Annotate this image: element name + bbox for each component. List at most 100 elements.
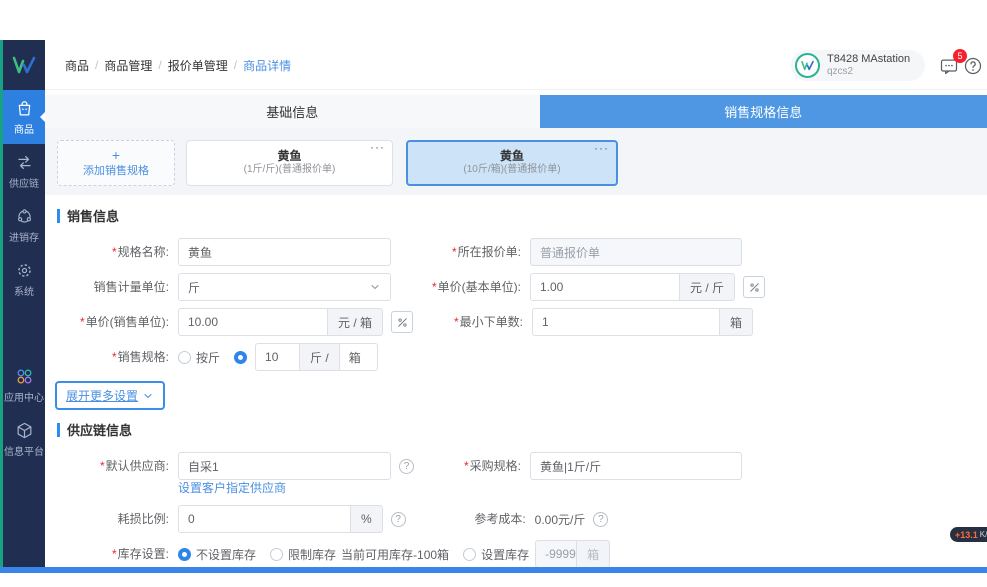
sidebar: 商品 供应链 进销存	[0, 40, 45, 567]
breadcrumb-separator: /	[234, 58, 237, 72]
sale-spec-qty-input[interactable]: 10	[255, 343, 300, 371]
radio-icon-selected	[178, 548, 191, 561]
sidebar-item-products[interactable]: 商品	[3, 90, 45, 144]
sidebar-item-app-center[interactable]: 应用中心	[3, 358, 45, 412]
radio-by-box[interactable]	[234, 351, 247, 364]
radio-label: 按斤	[196, 349, 220, 366]
purchase-spec-input[interactable]: 黄鱼|1斤/斤	[530, 452, 742, 480]
radio-set-stock[interactable]: 设置库存	[463, 546, 529, 563]
sidebar-item-label: 商品	[14, 121, 34, 136]
spec-card[interactable]: ··· 黄鱼 (1斤/斤)(普通报价单)	[186, 140, 393, 186]
radio-icon	[178, 351, 191, 364]
sidebar-item-supply-chain[interactable]: 供应链	[3, 144, 45, 198]
base-price-input[interactable]: 1.00	[530, 273, 680, 301]
breadcrumb-separator: /	[158, 58, 161, 72]
form-subrow: 设置客户指定供应商	[178, 479, 987, 497]
breadcrumb-item[interactable]: 商品	[65, 57, 89, 74]
breadcrumb-item[interactable]: 商品管理	[104, 57, 152, 74]
stock-setting-label: *库存设置:	[45, 540, 178, 568]
required-mark: *	[432, 280, 437, 294]
supplier-input[interactable]: 自采1	[178, 452, 391, 480]
min-order-label: *最小下单数:	[413, 308, 532, 336]
tab-label: 销售规格信息	[724, 102, 802, 121]
spec-name-input[interactable]: 黄鱼	[178, 238, 391, 266]
stock-qty-input: -9999	[535, 540, 577, 568]
sidebar-item-label: 信息平台	[4, 443, 44, 458]
sidebar-item-label: 系统	[14, 283, 34, 298]
card-menu-icon[interactable]: ···	[370, 140, 385, 155]
help-circle-icon[interactable]: ?	[391, 512, 406, 527]
sale-unit-select[interactable]: 斤	[178, 273, 391, 301]
sidebar-item-label: 应用中心	[4, 389, 44, 404]
required-mark: *	[464, 459, 469, 473]
user-info: T8428 MAstation qzcs2	[827, 53, 910, 77]
messages-button[interactable]: 5	[939, 56, 959, 76]
breadcrumb-item[interactable]: 报价单管理	[168, 57, 228, 74]
price-calc-button[interactable]	[743, 276, 765, 298]
avatar	[795, 53, 820, 78]
help-circle-icon[interactable]: ?	[593, 512, 608, 527]
section-bar	[57, 423, 60, 437]
chevron-down-icon	[369, 281, 381, 293]
sale-spec-unit-input[interactable]: 箱	[340, 343, 378, 371]
sale-price-unit-addon: 元 / 箱	[328, 308, 383, 336]
spec-card-title: 黄鱼	[277, 149, 301, 164]
radio-icon	[463, 548, 476, 561]
expand-more-settings-link[interactable]: 展开更多设置	[55, 381, 165, 410]
sidebar-item-inventory[interactable]: 进销存	[3, 198, 45, 252]
breadcrumb: 商品 / 商品管理 / 报价单管理 / 商品详情	[65, 40, 291, 90]
tab-sales-spec-info[interactable]: 销售规格信息	[540, 95, 987, 128]
form-row: *销售规格: 按斤 10 斤 / 箱	[45, 343, 987, 371]
add-spec-label: 添加销售规格	[83, 165, 149, 179]
section-bar	[57, 209, 60, 223]
form-row: 耗损比例: 0 % ? 参考成本: 0.00元/斤 ?	[45, 505, 987, 533]
required-mark: *	[80, 315, 85, 329]
required-mark: *	[112, 245, 117, 259]
sidebar-item-info-platform[interactable]: 信息平台	[3, 412, 45, 466]
user-account-button[interactable]: T8428 MAstation qzcs2	[791, 50, 925, 81]
radio-limit-stock[interactable]: 限制库存	[270, 546, 336, 563]
spec-card-row: + 添加销售规格 ··· 黄鱼 (1斤/斤)(普通报价单) ··· 黄鱼 (10…	[57, 140, 618, 186]
sale-spec-mid-addon: 斤 /	[300, 343, 340, 371]
loss-ratio-unit-addon: %	[351, 505, 383, 533]
sale-price-input[interactable]: 10.00	[178, 308, 328, 336]
radio-label: 限制库存	[288, 546, 336, 563]
sale-spec-label: *销售规格:	[45, 343, 178, 371]
section-title-text: 销售信息	[67, 206, 119, 225]
radio-no-stock[interactable]: 不设置库存	[178, 546, 256, 563]
min-order-input[interactable]: 1	[532, 308, 720, 336]
app-logo	[3, 40, 45, 90]
spec-card-title: 黄鱼	[500, 149, 524, 164]
help-circle-icon[interactable]: ?	[399, 459, 414, 474]
set-customer-supplier-link[interactable]: 设置客户指定供应商	[178, 481, 286, 495]
sidebar-item-label: 进销存	[9, 229, 39, 244]
quote-input: 普通报价单	[530, 238, 742, 266]
spec-card-selected[interactable]: ··· 黄鱼 (10斤/箱)(普通报价单)	[406, 140, 618, 186]
spec-card-subtitle: (1斤/斤)(普通报价单)	[244, 164, 336, 177]
more-settings-label: 展开更多设置	[66, 387, 138, 404]
form-row: *单价(销售单位): 10.00 元 / 箱 *最小下单数:	[45, 308, 987, 336]
chevron-down-icon	[142, 390, 154, 402]
content-area: + 添加销售规格 ··· 黄鱼 (1斤/斤)(普通报价单) ··· 黄鱼 (10…	[45, 128, 987, 567]
tab-basic-info[interactable]: 基础信息	[45, 95, 540, 128]
question-circle-icon	[963, 56, 983, 76]
price-calc-button[interactable]	[391, 311, 413, 333]
user-name: T8428 MAstation	[827, 53, 910, 66]
add-spec-card[interactable]: + 添加销售规格	[57, 140, 175, 186]
detail-tabs: 基础信息 销售规格信息	[45, 95, 987, 128]
sale-price-label: *单价(销售单位):	[45, 308, 178, 336]
network-speed-value: +13.1	[955, 530, 978, 540]
form-row: *默认供应商: 自采1 ? *采购规格: 黄鱼|1斤/斤	[45, 452, 987, 480]
top-header: 商品 / 商品管理 / 报价单管理 / 商品详情 T8428 MAstation…	[45, 40, 987, 90]
form-row: *规格名称: 黄鱼 *所在报价单: 普通报价单	[45, 238, 987, 266]
required-mark: *	[452, 245, 457, 259]
help-button[interactable]	[963, 56, 983, 76]
sidebar-item-system[interactable]: 系统	[3, 252, 45, 306]
card-menu-icon[interactable]: ···	[594, 141, 609, 156]
user-subname: qzcs2	[827, 66, 910, 78]
radio-by-jin[interactable]: 按斤	[178, 349, 220, 366]
sale-unit-label: 销售计量单位:	[45, 273, 178, 301]
section-title-text: 供应链信息	[67, 420, 132, 439]
loss-ratio-input[interactable]: 0	[178, 505, 351, 533]
base-price-label: *单价(基本单位):	[391, 273, 530, 301]
